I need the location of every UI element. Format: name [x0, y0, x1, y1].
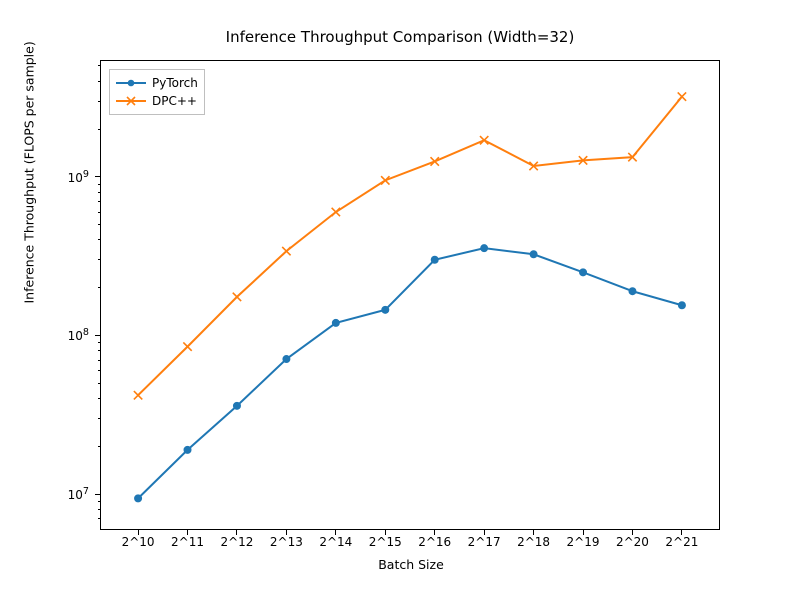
data-point: [332, 208, 340, 216]
plot-area: [101, 61, 719, 529]
x-tick-label: 2^17: [468, 535, 501, 549]
y-tick: [95, 494, 101, 495]
data-point: [233, 293, 241, 301]
y-minor-tick: [98, 418, 101, 419]
data-point: [628, 287, 636, 295]
y-minor-tick: [98, 446, 101, 447]
data-point: [431, 157, 439, 165]
legend-swatch-dpcpp: [116, 94, 146, 108]
data-point: [678, 301, 686, 309]
x-tick-label: 2^13: [270, 535, 303, 549]
y-minor-tick: [98, 350, 101, 351]
data-point: [678, 92, 686, 100]
y-minor-tick: [98, 239, 101, 240]
legend-label-dpcpp: DPC++: [152, 94, 197, 108]
y-minor-tick: [98, 224, 101, 225]
y-tick: [95, 335, 101, 336]
legend-swatch-pytorch: [116, 76, 146, 90]
data-point: [480, 244, 488, 252]
series-line: [138, 248, 682, 498]
figure: Inference Throughput Comparison (Width=3…: [0, 0, 800, 600]
y-minor-tick: [98, 65, 101, 66]
y-tick: [95, 176, 101, 177]
y-tick-label: 109: [68, 169, 89, 185]
y-minor-tick: [98, 101, 101, 102]
data-point: [431, 256, 439, 264]
data-point: [282, 247, 290, 255]
x-tick-label: 2^21: [665, 535, 698, 549]
data-point: [579, 268, 587, 276]
y-minor-tick: [98, 501, 101, 502]
data-point: [183, 342, 191, 350]
legend-entry-pytorch: PyTorch: [116, 74, 198, 92]
y-minor-tick: [98, 184, 101, 185]
data-point: [530, 250, 538, 258]
x-tick-label: 2^16: [418, 535, 451, 549]
y-minor-tick: [98, 360, 101, 361]
y-minor-tick: [98, 342, 101, 343]
y-minor-tick: [98, 383, 101, 384]
y-tick-label: 107: [68, 486, 89, 502]
y-minor-tick: [98, 201, 101, 202]
y-minor-tick: [98, 212, 101, 213]
data-point: [480, 136, 488, 144]
legend: PyTorch DPC++: [109, 69, 205, 115]
data-point: [282, 355, 290, 363]
x-axis-label: Batch Size: [101, 557, 721, 572]
x-tick-label: 2^10: [122, 535, 155, 549]
y-axis-label: Inference Throughput (FLOPS per sample): [22, 41, 37, 303]
axes: PyTorch DPC++ 2^102^112^122^132^142^152^…: [100, 60, 720, 530]
data-point: [134, 494, 142, 502]
y-minor-tick: [98, 509, 101, 510]
y-minor-tick: [98, 518, 101, 519]
y-minor-tick: [98, 81, 101, 82]
y-tick-label: 108: [68, 327, 89, 343]
data-point: [184, 446, 192, 454]
y-minor-tick: [98, 398, 101, 399]
data-point: [134, 391, 142, 399]
data-point: [381, 306, 389, 314]
y-minor-tick: [98, 259, 101, 260]
x-tick-label: 2^12: [220, 535, 253, 549]
y-minor-tick: [98, 370, 101, 371]
x-tick-label: 2^14: [319, 535, 352, 549]
x-tick-label: 2^11: [171, 535, 204, 549]
series-line: [138, 97, 682, 396]
y-minor-tick: [98, 192, 101, 193]
x-tick-label: 2^20: [616, 535, 649, 549]
data-point: [381, 176, 389, 184]
x-tick-label: 2^18: [517, 535, 550, 549]
y-minor-tick: [98, 287, 101, 288]
x-tick-label: 2^19: [567, 535, 600, 549]
data-point: [332, 319, 340, 327]
x-tick-label: 2^15: [369, 535, 402, 549]
y-minor-tick: [98, 129, 101, 130]
legend-label-pytorch: PyTorch: [152, 76, 198, 90]
chart-title: Inference Throughput Comparison (Width=3…: [0, 28, 800, 46]
data-point: [233, 402, 241, 410]
legend-entry-dpcpp: DPC++: [116, 92, 198, 110]
